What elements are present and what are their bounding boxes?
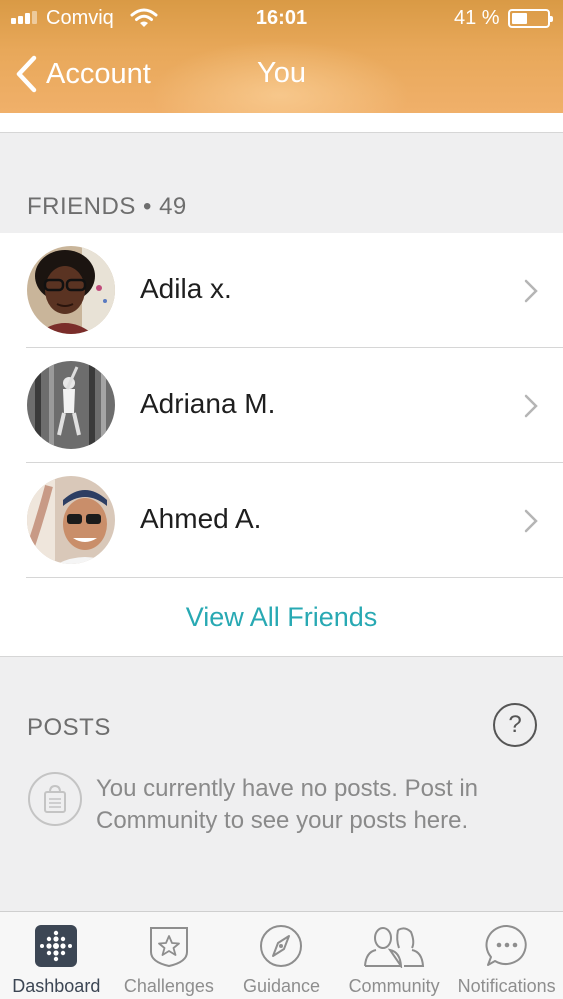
status-bar: Comviq 16:01 41 % [0,0,563,36]
chevron-right-icon [524,509,538,533]
compass-icon [260,925,303,967]
chevron-right-icon [524,279,538,303]
header: Comviq 16:01 41 % Account You [0,0,563,113]
challenges-star-icon [149,927,188,968]
tab-label: Community [348,976,440,996]
lock-icon [28,772,82,826]
tab-notifications[interactable]: Notifications [450,912,563,999]
avatar [27,361,115,449]
battery-icon [508,9,553,28]
page-title: You [257,57,306,89]
friend-name: Adriana M. [140,388,276,419]
tab-bar: Dashboard Challenges Guidance Community [0,911,563,999]
previous-section-bottom [0,113,563,133]
chevron-right-icon [524,394,538,418]
community-people-icon [364,927,425,968]
tab-community[interactable]: Community [338,912,451,999]
friend-row[interactable]: Ahmed A. [0,463,563,578]
chat-bubble-icon [485,924,527,966]
friend-name: Adila x. [140,273,232,304]
dashboard-icon [35,925,78,967]
friend-row[interactable]: Adila x. [0,233,563,348]
friends-section-title: FRIENDS • 49 [27,193,187,220]
tab-challenges[interactable]: Challenges [113,912,226,999]
tab-label: Dashboard [12,976,101,996]
battery-percent: 41 % [454,7,500,29]
friends-list: Adila x. Adriana M. Ahmed A. View All Fr… [0,233,563,657]
avatar [27,246,115,334]
posts-empty-message: You currently have no posts. Post in Com… [96,775,479,834]
tab-label: Guidance [242,976,321,996]
friend-row[interactable]: Adriana M. [0,348,563,463]
friend-name: Ahmed A. [140,503,262,534]
posts-section-title: POSTS [27,714,111,741]
help-icon[interactable]: ? [493,703,537,747]
tab-dashboard[interactable]: Dashboard [0,912,113,999]
tab-guidance[interactable]: Guidance [225,912,338,999]
tab-label: Notifications [457,976,556,996]
view-all-friends-link[interactable]: View All Friends [0,578,563,656]
avatar [27,476,115,564]
tab-label: Challenges [123,976,214,996]
